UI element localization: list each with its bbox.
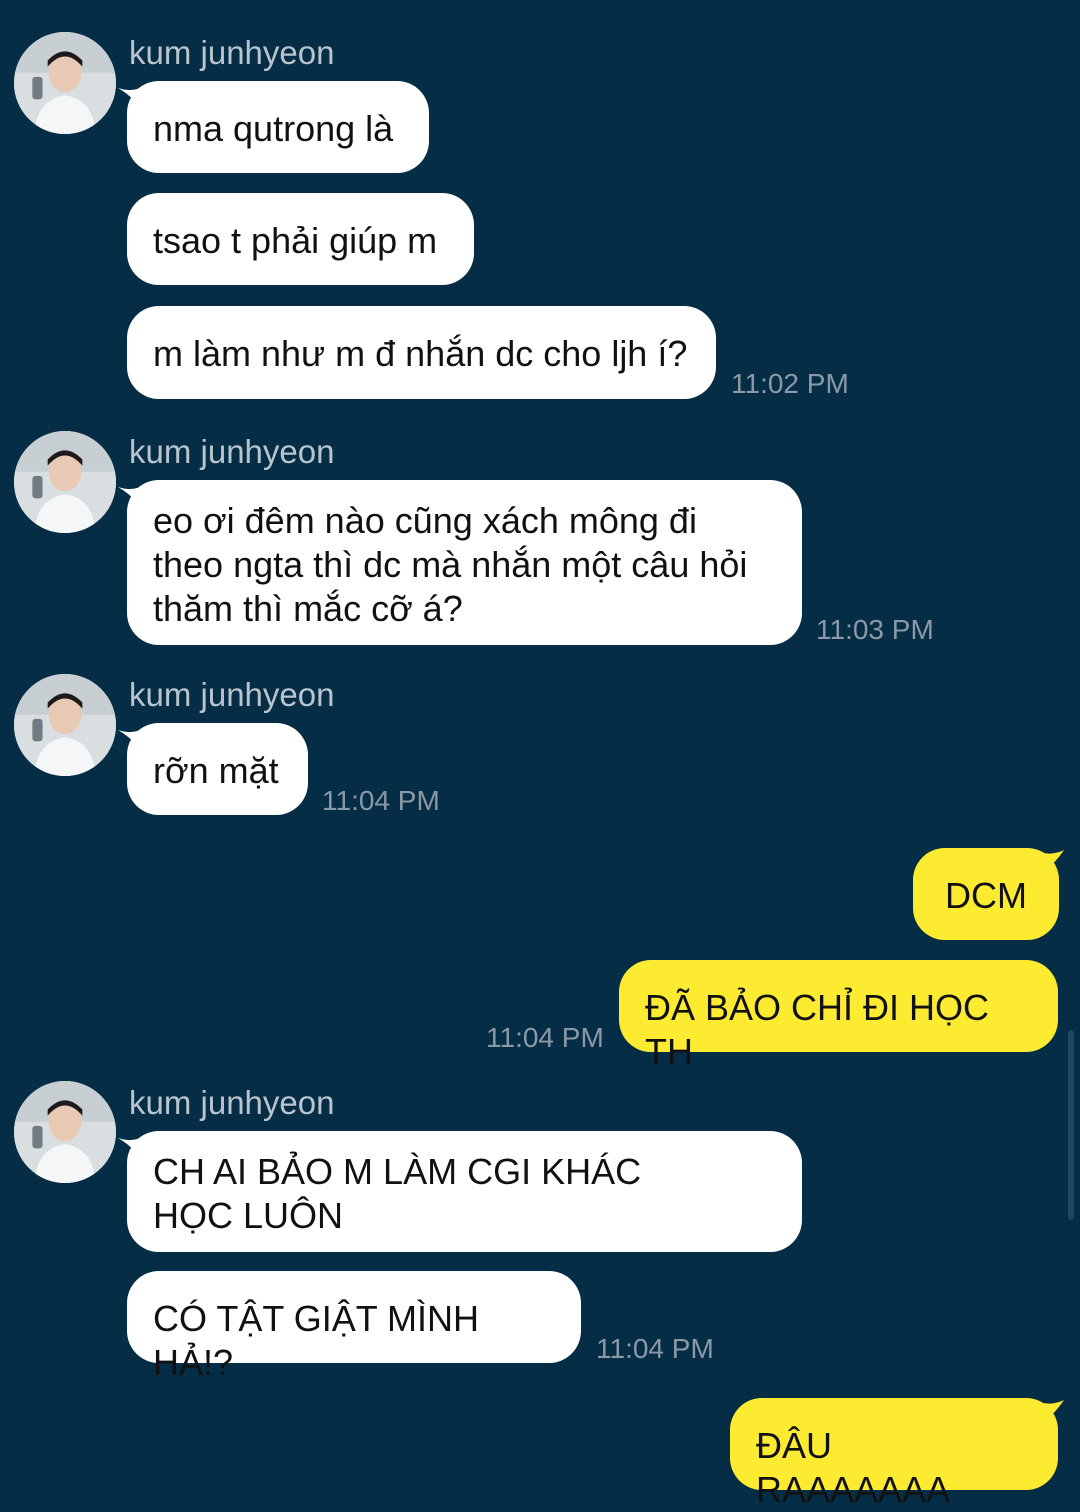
message-bubble[interactable]: CH AI BẢO M LÀM CGI KHÁC HỌC LUÔN	[127, 1131, 802, 1252]
my-message-bubble[interactable]: ĐÂU RAAAAAAA	[730, 1398, 1058, 1510]
avatar-photo-icon	[14, 431, 116, 533]
message-bubble[interactable]: m làm như m đ nhắn dc cho ljh í?	[127, 306, 716, 399]
avatar-photo-icon	[14, 32, 116, 134]
timestamp: 11:04 PM	[322, 785, 440, 816]
bubble-tail	[1038, 850, 1064, 872]
message-bubble[interactable]: CÓ TẬT GIẬT MÌNH HẢ!?	[127, 1271, 581, 1383]
timestamp: 11:02 PM	[731, 368, 849, 399]
my-message-bubble[interactable]: ĐÃ BẢO CHỈ ĐI HỌC TH	[619, 960, 1058, 1072]
avatar-photo-icon	[14, 674, 116, 776]
avatar-photo-icon	[14, 1081, 116, 1183]
timestamp: 11:03 PM	[816, 614, 934, 645]
message-bubble[interactable]: rỡn mặt	[127, 723, 308, 815]
avatar[interactable]	[14, 431, 116, 533]
bubble-tail	[1038, 1400, 1064, 1422]
chat-view[interactable]: kum junhyeon nma qutrong là tsao t phải …	[0, 0, 1080, 1510]
sender-name: kum junhyeon	[129, 433, 335, 470]
message-bubble[interactable]: eo ơi đêm nào cũng xách mông đi theo ngt…	[127, 480, 802, 645]
sender-name: kum junhyeon	[129, 34, 335, 71]
avatar[interactable]	[14, 674, 116, 776]
avatar[interactable]	[14, 32, 116, 134]
message-bubble[interactable]: tsao t phải giúp m	[127, 193, 474, 285]
timestamp: 11:04 PM	[486, 1022, 604, 1053]
sender-name: kum junhyeon	[129, 1084, 335, 1121]
timestamp: 11:04 PM	[596, 1333, 714, 1364]
scrollbar[interactable]	[1068, 1030, 1074, 1220]
avatar[interactable]	[14, 1081, 116, 1183]
message-bubble[interactable]: nma qutrong là	[127, 81, 429, 173]
sender-name: kum junhyeon	[129, 676, 335, 713]
